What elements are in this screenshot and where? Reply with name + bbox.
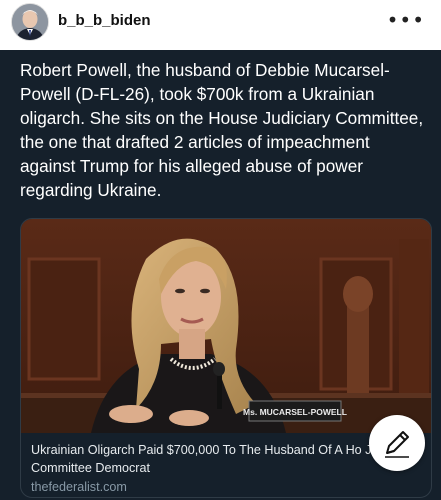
nameplate-text: Ms. MUCARSEL-POWELL: [243, 407, 347, 417]
ellipsis-icon[interactable]: •••: [387, 8, 425, 32]
card-domain[interactable]: thefederalist.com: [31, 480, 127, 494]
compose-button[interactable]: [369, 415, 425, 471]
post-header: b_b_b_biden •••: [0, 0, 441, 46]
article-photo: Ms. MUCARSEL-POWELL: [21, 219, 431, 433]
avatar[interactable]: [11, 3, 49, 41]
card-title[interactable]: Ukrainian Oligarch Paid $700,000 To The …: [31, 441, 426, 477]
username[interactable]: b_b_b_biden: [58, 12, 151, 29]
tweet-text: Robert Powell, the husband of Debbie Muc…: [20, 60, 424, 200]
pencil-icon: [385, 431, 409, 458]
